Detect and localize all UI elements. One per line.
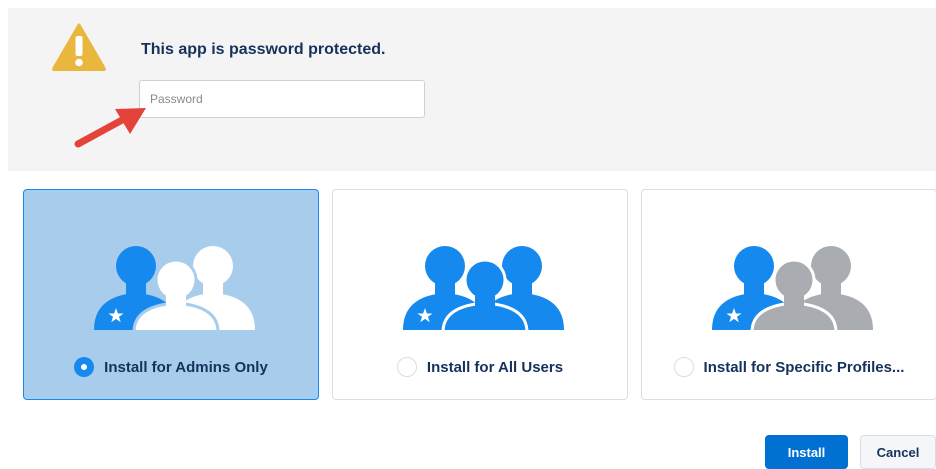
password-input[interactable] [139, 80, 425, 118]
install-option-admins-only[interactable]: Install for Admins Only [23, 189, 319, 400]
install-option-specific-profiles[interactable]: Install for Specific Profiles... [641, 189, 936, 400]
install-option-footer: Install for Admins Only [24, 355, 318, 379]
cancel-button[interactable]: Cancel [860, 435, 936, 469]
all-users-icon [403, 246, 564, 330]
admin-users-icon [94, 246, 255, 330]
install-option-footer: Install for Specific Profiles... [642, 355, 936, 379]
install-option-all-users[interactable]: Install for All Users [332, 189, 628, 400]
install-option-label: Install for All Users [426, 358, 564, 376]
install-option-label: Install for Admins Only [104, 358, 268, 376]
radio-specific-profiles[interactable] [673, 357, 694, 377]
install-button[interactable]: Install [765, 435, 848, 469]
password-panel: This app is password protected. [8, 8, 936, 171]
install-option-footer: Install for All Users [333, 355, 627, 379]
radio-all-users[interactable] [396, 357, 417, 377]
specific-profiles-icon [712, 246, 873, 330]
password-title: This app is password protected. [141, 41, 386, 58]
radio-admins-only[interactable] [74, 357, 95, 377]
red-arrow-annotation [74, 108, 146, 148]
warning-icon [52, 23, 106, 71]
install-option-label: Install for Specific Profiles... [703, 358, 905, 376]
